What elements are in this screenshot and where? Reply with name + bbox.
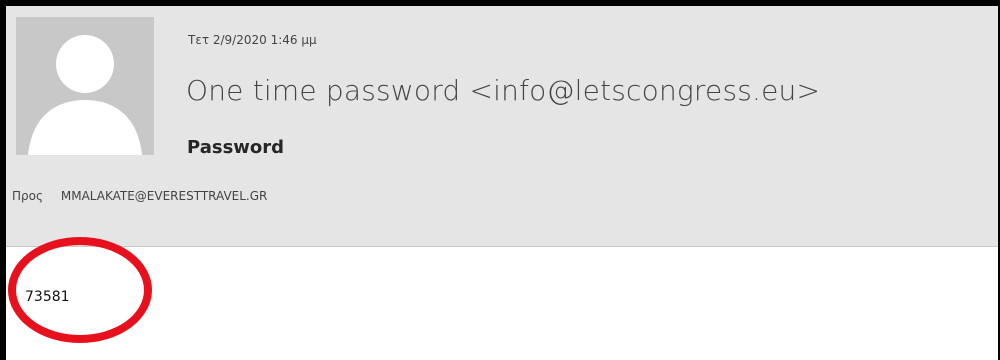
message-body: 73581 <box>6 247 998 360</box>
message-header: Τετ 2/9/2020 1:46 μμ One time password <… <box>6 6 998 247</box>
avatar <box>16 17 154 155</box>
recipient-label: Προς <box>12 189 44 203</box>
message-subject: Password <box>187 137 285 158</box>
recipient-row: Προς MMALAKATE@EVERESTTRAVEL.GR <box>12 189 267 203</box>
message-date: Τετ 2/9/2020 1:46 μμ <box>188 33 317 47</box>
one-time-password-code: 73581 <box>25 289 70 305</box>
person-icon <box>16 17 154 155</box>
recipient-address[interactable]: MMALAKATE@EVERESTTRAVEL.GR <box>61 189 268 203</box>
email-window: Τετ 2/9/2020 1:46 μμ One time password <… <box>0 0 1000 360</box>
sender-name[interactable]: One time password <info@letscongress.eu> <box>186 74 820 107</box>
